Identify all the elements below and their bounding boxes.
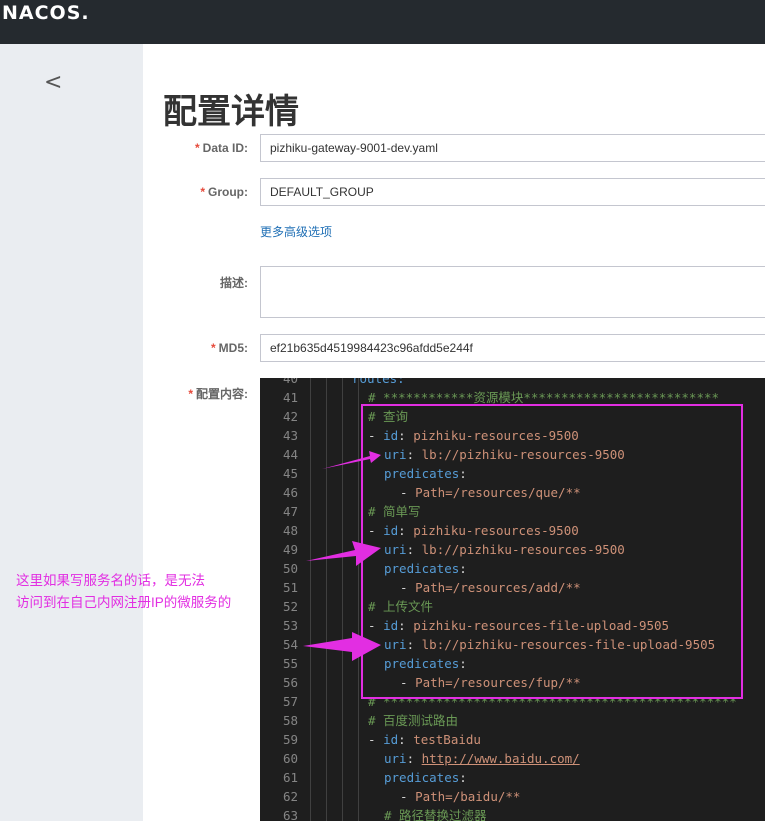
arrow-to-line-44 [322, 451, 381, 469]
annotation-arrows [303, 451, 381, 661]
arrow-to-line-54 [303, 632, 381, 661]
arrow-to-line-49 [306, 541, 381, 566]
